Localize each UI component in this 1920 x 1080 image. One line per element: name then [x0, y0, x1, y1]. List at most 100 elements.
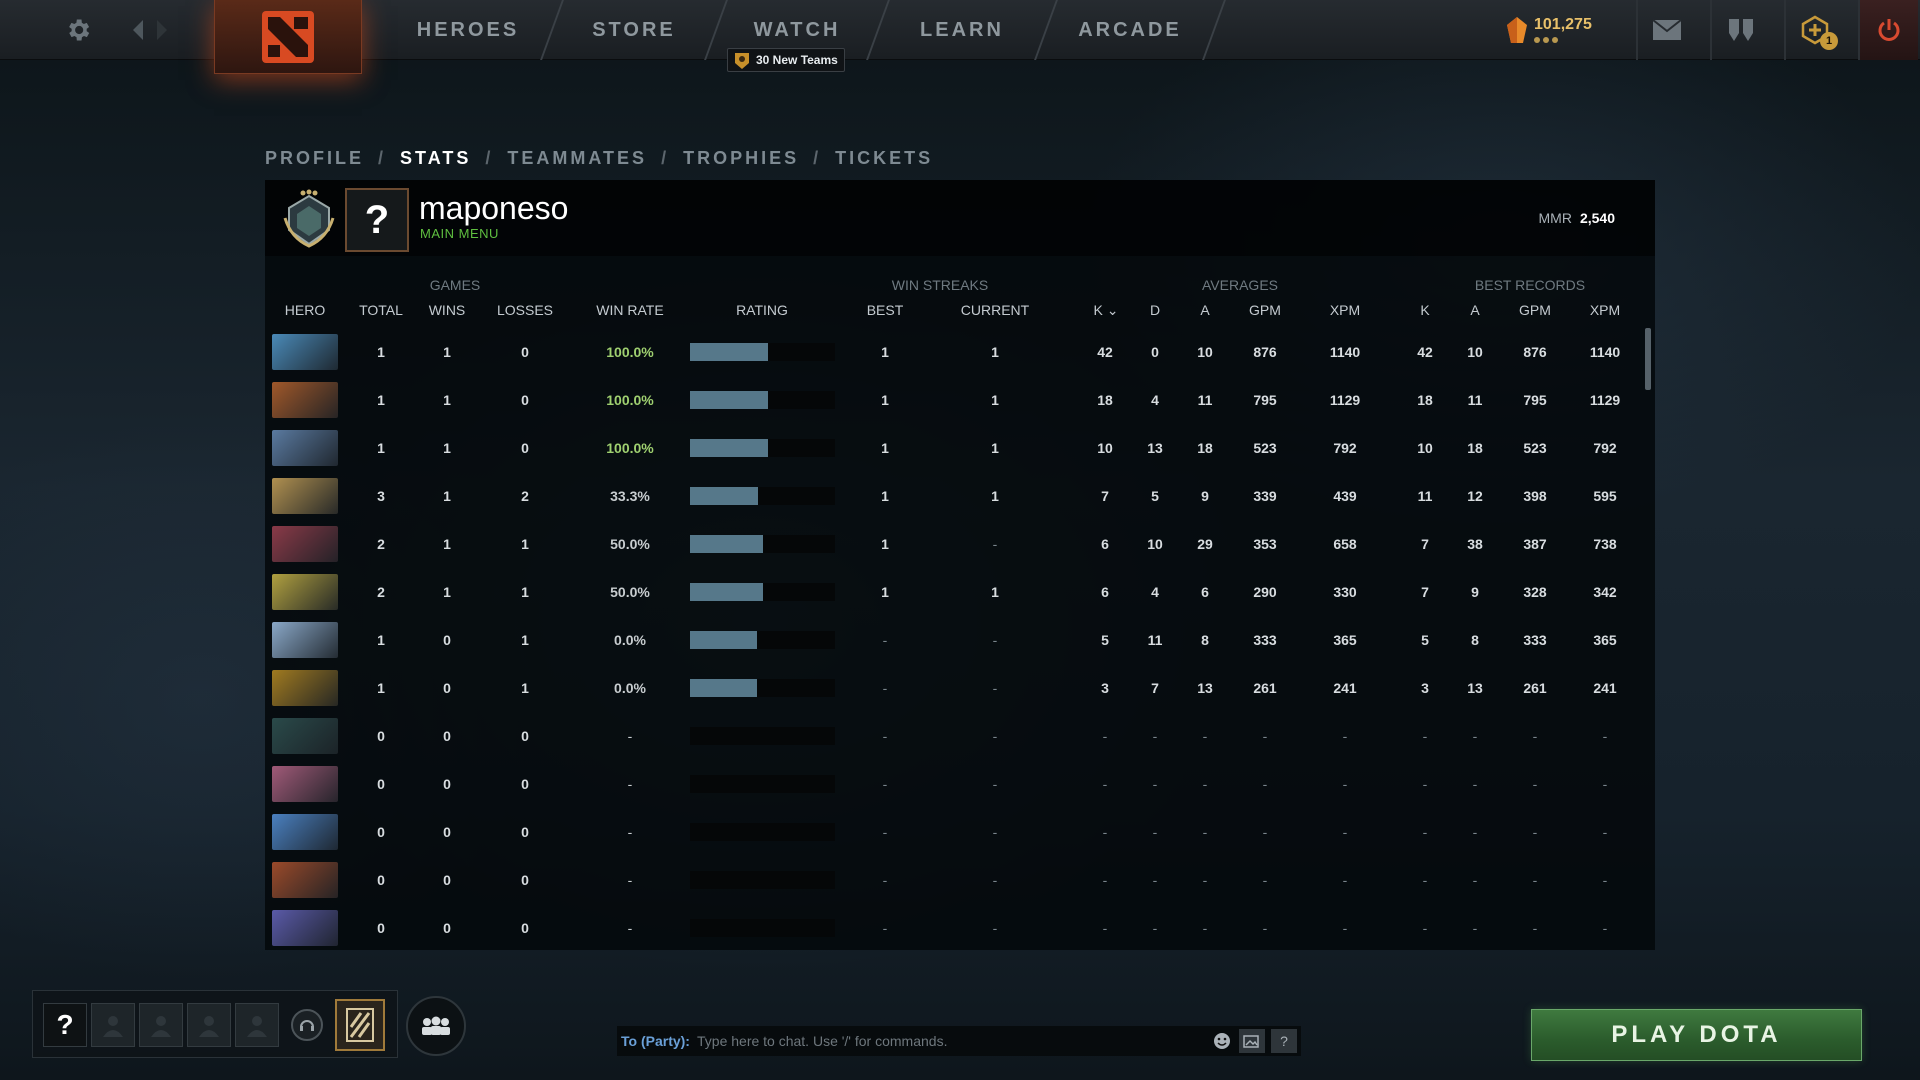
hero-portrait[interactable] [272, 478, 338, 514]
col-best-kills[interactable]: K [1405, 302, 1445, 318]
best-xpm-cell: 1129 [1589, 392, 1621, 408]
table-scrollbar[interactable] [1645, 328, 1651, 390]
col-current-streak[interactable]: CURRENT [945, 302, 1045, 318]
dota-logo-button[interactable] [214, 0, 362, 74]
col-avg-assists[interactable]: A [1185, 302, 1225, 318]
rating-bar [690, 871, 835, 889]
nav-heroes[interactable]: HEROES [385, 0, 551, 60]
hero-portrait[interactable] [272, 814, 338, 850]
settings-button[interactable] [60, 12, 96, 48]
win-rate-cell: 0.0% [614, 680, 646, 696]
rating-bar [690, 391, 835, 409]
armory-button[interactable] [1710, 0, 1770, 60]
hero-portrait[interactable] [272, 718, 338, 754]
losses-cell: 0 [521, 728, 529, 744]
hero-portrait[interactable] [272, 430, 338, 466]
losses-cell: 0 [521, 776, 529, 792]
col-avg-kills[interactable]: K ⌄ [1081, 302, 1131, 319]
col-avg-deaths[interactable]: D [1135, 302, 1175, 318]
table-row[interactable]: 0 0 0 - - - - - - - - - - - - [265, 712, 1655, 760]
table-row[interactable]: 0 0 0 - - - - - - - - - - - - [265, 904, 1655, 952]
col-best-assists[interactable]: A [1455, 302, 1495, 318]
tab-trophies[interactable]: TROPHIES [683, 148, 799, 169]
rating-bar-fill [690, 487, 758, 505]
hero-portrait[interactable] [272, 670, 338, 706]
chat-channel-label[interactable]: To (Party): [621, 1026, 690, 1056]
col-rating[interactable]: RATING [712, 302, 812, 318]
col-total[interactable]: TOTAL [351, 302, 411, 318]
col-best-xpm[interactable]: XPM [1575, 302, 1635, 318]
battle-cup-button[interactable] [335, 999, 385, 1051]
voice-chat-button[interactable] [291, 1009, 323, 1041]
col-avg-xpm[interactable]: XPM [1315, 302, 1375, 318]
current-streak-cell: 1 [991, 488, 999, 504]
party-slot-empty[interactable] [187, 1003, 231, 1047]
current-streak-cell: 1 [991, 440, 999, 456]
table-row[interactable]: 0 0 0 - - - - - - - - - - - - [265, 808, 1655, 856]
chat-image-button[interactable] [1239, 1029, 1265, 1053]
table-row[interactable]: 1 1 0 100.0% 1 1 42 0 10 876 1140 42 10 876 1140 [265, 328, 1655, 376]
tab-teammates[interactable]: TEAMMATES [507, 148, 647, 169]
shard-icon [1507, 17, 1527, 43]
hero-portrait[interactable] [272, 574, 338, 610]
nav-arcade[interactable]: ARCADE [1047, 0, 1213, 60]
rank-medal-icon[interactable] [281, 188, 337, 250]
avg-assists-cell: 10 [1197, 344, 1213, 360]
table-row[interactable]: 2 1 1 50.0% 1 1 6 4 6 290 330 7 9 328 342 [265, 568, 1655, 616]
hero-portrait[interactable] [272, 334, 338, 370]
party-slot-self[interactable]: ? [43, 1003, 87, 1047]
hero-portrait[interactable] [272, 526, 338, 562]
chat-input[interactable] [697, 1030, 1157, 1052]
mail-button[interactable] [1636, 0, 1696, 60]
avg-deaths-cell: - [1152, 776, 1158, 792]
col-win-rate[interactable]: WIN RATE [580, 302, 680, 318]
quit-button[interactable] [1858, 0, 1918, 60]
hero-portrait[interactable] [272, 862, 338, 898]
col-losses[interactable]: LOSSES [485, 302, 565, 318]
wins-cell: 0 [443, 632, 451, 648]
best-kills-cell: - [1422, 776, 1428, 792]
table-row[interactable]: 1 0 1 0.0% - - 3 7 13 261 241 3 13 261 241 [265, 664, 1655, 712]
table-row[interactable]: 1 1 0 100.0% 1 1 18 4 11 795 1129 18 11 795 1129 [265, 376, 1655, 424]
hero-portrait[interactable] [272, 910, 338, 946]
col-avg-gpm[interactable]: GPM [1240, 302, 1290, 318]
table-row[interactable]: 0 0 0 - - - - - - - - - - - - [265, 856, 1655, 904]
nav-store[interactable]: STORE [553, 0, 715, 60]
best-assists-cell: 12 [1467, 488, 1483, 504]
play-dota-button[interactable]: PLAY DOTA [1531, 1009, 1862, 1061]
shards-balance[interactable]: 101,275 [1506, 10, 1592, 50]
trophy-badge-icon [735, 53, 749, 69]
col-best-gpm[interactable]: GPM [1505, 302, 1565, 318]
best-assists-cell: 18 [1467, 440, 1483, 456]
tab-profile[interactable]: PROFILE [265, 148, 364, 169]
empty-player-icon [151, 1016, 171, 1037]
party-slot-empty[interactable] [139, 1003, 183, 1047]
best-xpm-cell: 342 [1593, 584, 1617, 600]
table-row[interactable]: 1 0 1 0.0% - - 5 11 8 333 365 5 8 333 365 [265, 616, 1655, 664]
party-slot-empty[interactable] [235, 1003, 279, 1047]
hero-portrait[interactable] [272, 622, 338, 658]
forward-button[interactable] [144, 12, 180, 48]
tab-stats[interactable]: STATS [400, 148, 471, 169]
watch-new-teams-badge[interactable]: 30 New Teams [727, 48, 845, 72]
hero-portrait[interactable] [272, 382, 338, 418]
avatar[interactable]: ? [345, 188, 409, 252]
nav-learn[interactable]: LEARN [879, 0, 1045, 60]
chat-help-button[interactable]: ? [1271, 1029, 1297, 1053]
hero-portrait[interactable] [272, 766, 338, 802]
table-row[interactable]: 2 1 1 50.0% 1-6 10 29 353 658 7 38 387 738 [265, 520, 1655, 568]
party-slot-empty[interactable] [91, 1003, 135, 1047]
emoticon-icon[interactable] [1213, 1032, 1231, 1050]
avg-assists-cell: - [1202, 776, 1208, 792]
tab-tickets[interactable]: TICKETS [835, 148, 933, 169]
friends-button[interactable] [406, 996, 466, 1056]
table-row[interactable]: 3 1 2 33.3% 1 1 7 5 9 339 439 11 12 398 595 [265, 472, 1655, 520]
col-hero[interactable]: HERO [265, 302, 345, 318]
table-row[interactable]: 1 1 0 100.0% 1 1 10 13 18 523 792 10 18 523 792 [265, 424, 1655, 472]
col-wins[interactable]: WINS [417, 302, 477, 318]
dota-plus-button[interactable]: 1 [1784, 0, 1844, 60]
best-gpm-cell: - [1532, 920, 1538, 936]
col-best-streak[interactable]: BEST [845, 302, 925, 318]
avg-gpm-cell: - [1262, 824, 1268, 840]
table-row[interactable]: 0 0 0 - - - - - - - - - - - - [265, 760, 1655, 808]
